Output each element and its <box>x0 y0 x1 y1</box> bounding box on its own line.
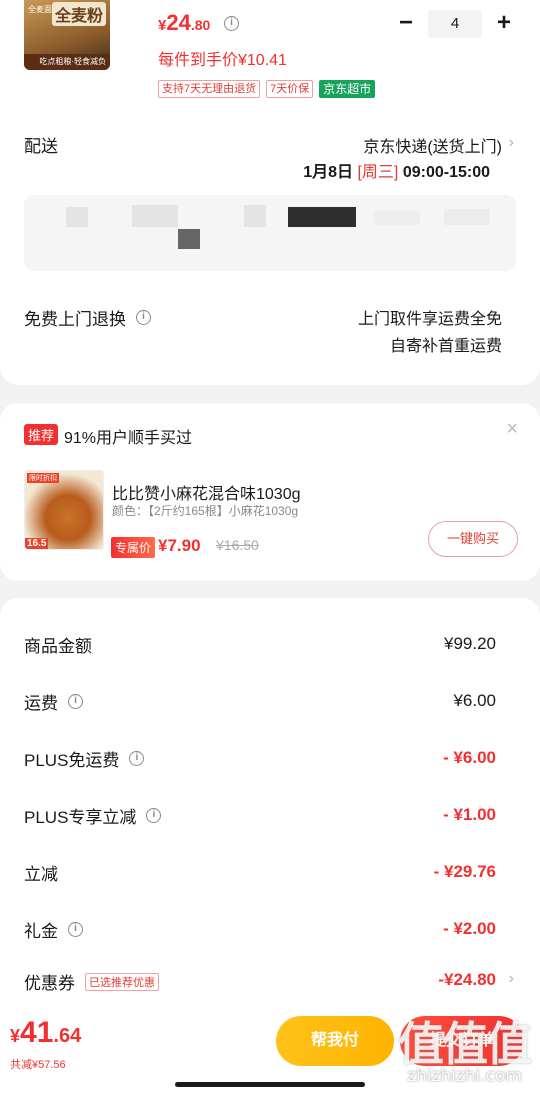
recommend-original-price: ¥16.50 <box>216 537 259 553</box>
summary-row-value: - ¥29.76 <box>433 862 496 881</box>
redaction-mosaic <box>66 207 88 227</box>
delivery-window: 09:00-15:00 <box>402 164 490 181</box>
service-tags: 支持7天无理由退货 7天价保 京东超市 <box>158 80 376 98</box>
recommend-title: 91%用户顺手买过 <box>64 430 193 447</box>
shipping-label: 运费 <box>24 694 58 713</box>
total-integer: 41 <box>20 1016 54 1049</box>
return-service-line2: 自寄补首重运费 <box>389 338 502 355</box>
summary-row-value: - ¥1.00 <box>443 805 496 824</box>
redaction-mosaic <box>374 211 420 225</box>
increase-qty-button[interactable]: + <box>490 10 518 38</box>
recommend-product-spec: 颜色：【2斤约165根】小麻花1030g <box>112 504 299 518</box>
rec-img-bottom-label: 16.5 <box>25 538 49 549</box>
product-thumbnail[interactable]: 全麦面 全麦粉 吃点粗粮·轻食减负 <box>24 0 110 70</box>
watermark-site: zhizhizhi.com <box>407 1066 522 1086</box>
total-saved[interactable]: 共减¥57.56 <box>10 1056 66 1072</box>
summary-row-value: - ¥2.00 <box>443 919 496 938</box>
product-price: ¥24.80 i <box>158 10 239 36</box>
summary-row-label: 运费 i <box>24 689 83 714</box>
address-block-redacted[interactable] <box>24 195 516 271</box>
quantity-input[interactable]: 4 <box>428 10 482 38</box>
close-icon[interactable]: × <box>506 418 518 441</box>
tag-price-protect: 7天价保 <box>266 80 314 98</box>
return-service-label: 免费上门退换 <box>24 310 126 329</box>
plus-shipping-info-icon[interactable]: i <box>129 751 145 766</box>
total-currency: ¥ <box>10 1026 21 1046</box>
tag-jd-supermarket: 京东超市 <box>319 80 376 98</box>
gift-cash-info-icon[interactable]: i <box>68 922 83 937</box>
summary-row-value: - ¥6.00 <box>443 748 496 767</box>
tag-7day-return: 支持7天无理由退货 <box>158 80 261 98</box>
summary-row-label: PLUS专享立减 i <box>24 803 162 828</box>
summary-row-label: 礼金 i <box>24 917 83 942</box>
redaction-mosaic <box>178 229 200 249</box>
price-integer: 24 <box>166 10 191 35</box>
plus-free-shipping-label: PLUS免运费 <box>24 751 120 770</box>
delivery-label: 配送 <box>24 137 58 156</box>
redaction-mosaic <box>244 205 266 227</box>
exclusive-price-badge: 专属价 <box>111 537 156 558</box>
summary-row-value: ¥6.00 <box>453 691 496 710</box>
delivery-chevron-icon[interactable]: › <box>509 134 514 152</box>
plus-discount-info-icon[interactable]: i <box>146 808 162 823</box>
redaction-mosaic <box>288 207 356 227</box>
home-indicator[interactable] <box>175 1082 365 1087</box>
gift-cash-label: 礼金 <box>24 922 58 941</box>
return-info-icon[interactable]: i <box>136 310 151 325</box>
recommend-product-name[interactable]: 比比赞小麻花混合味1030g <box>112 480 301 504</box>
return-service-line1: 上门取件享运费全免 <box>357 311 502 328</box>
thumb-corner-text: 全麦面 <box>28 5 52 14</box>
recommend-product-image[interactable]: 限时折扣 16.5 <box>24 470 104 550</box>
redaction-mosaic <box>132 205 178 227</box>
plus-discount-label: PLUS专享立减 <box>24 808 137 827</box>
shipping-info-icon[interactable]: i <box>68 694 83 709</box>
thumb-bottom-text: 吃点粗粮·轻食减负 <box>24 54 110 70</box>
coupon-row[interactable]: 优惠券 已选推荐优惠 <box>24 969 159 994</box>
summary-row-label: PLUS免运费 i <box>24 746 145 771</box>
recommend-price: ¥7.90 <box>158 536 201 555</box>
coupon-label: 优惠券 <box>24 974 75 993</box>
quantity-stepper: − 4 + <box>392 10 518 38</box>
summary-row-label: 立减 <box>24 865 58 884</box>
order-total: ¥41.64 <box>10 1016 81 1050</box>
per-unit-price: 每件到手价¥10.41 <box>158 52 287 69</box>
coupon-value[interactable]: -¥24.80 <box>438 970 496 990</box>
rec-img-top-label: 限时折扣 <box>27 473 59 483</box>
redaction-mosaic <box>444 209 490 225</box>
one-click-buy-button[interactable]: 一键购买 <box>428 521 518 557</box>
summary-row-label: 商品金额 <box>24 637 92 656</box>
delivery-method[interactable]: 京东快递(送货上门) <box>363 133 502 157</box>
coupon-chevron-icon[interactable]: › <box>509 970 514 988</box>
pay-for-me-button[interactable]: 帮我付 <box>276 1016 394 1066</box>
delivery-weekday: [周三] <box>357 164 399 181</box>
recommend-badge: 推荐 <box>24 424 59 445</box>
price-decimal: .80 <box>190 17 211 33</box>
summary-row-value: ¥99.20 <box>444 634 496 653</box>
delivery-date: 1月8日 <box>303 164 354 181</box>
decrease-qty-button[interactable]: − <box>392 10 420 38</box>
thumb-title: 全麦粉 <box>51 2 106 26</box>
watermark-logo: 值值值 <box>398 1018 532 1070</box>
delivery-time[interactable]: 1月8日 [周三] 09:00-15:00 <box>303 158 490 182</box>
coupon-selected-tag: 已选推荐优惠 <box>85 972 159 991</box>
return-service-row: 免费上门退换 i <box>24 305 151 330</box>
price-info-icon[interactable]: i <box>224 16 239 31</box>
total-decimal: .64 <box>53 1025 82 1047</box>
